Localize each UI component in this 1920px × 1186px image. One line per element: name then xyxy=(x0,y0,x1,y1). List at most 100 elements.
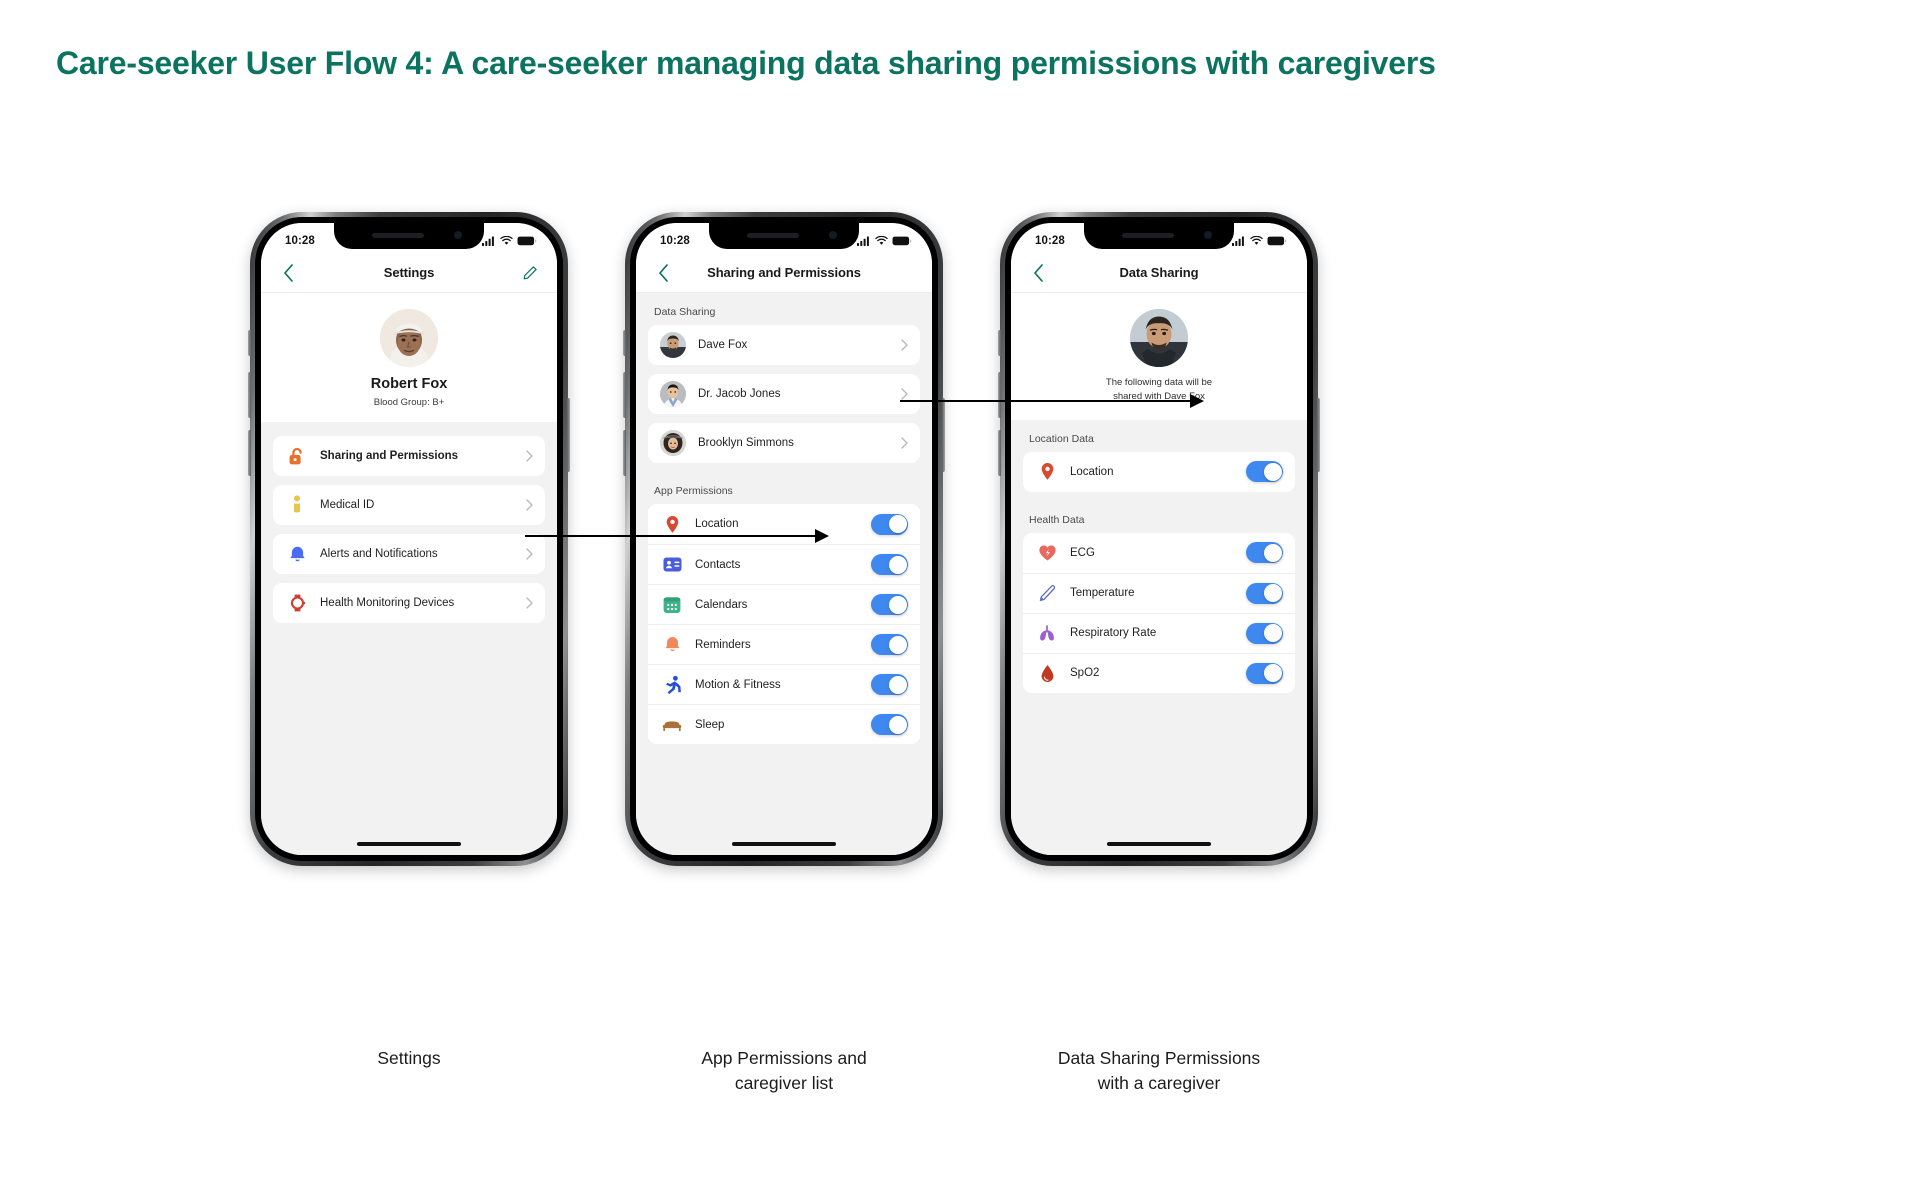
caption-text: Settings xyxy=(377,1048,441,1068)
permission-row-calendars[interactable]: Calendars xyxy=(648,584,920,624)
caregiver-item-dave-fox[interactable]: Dave Fox xyxy=(648,325,920,365)
front-camera-icon xyxy=(1204,231,1212,239)
calendar-icon xyxy=(660,593,684,617)
location-pin-icon xyxy=(1035,460,1059,484)
settings-item-label: Alerts and Notifications xyxy=(320,548,438,560)
bell-icon xyxy=(285,542,309,566)
permission-row-sleep[interactable]: Sleep xyxy=(648,704,920,744)
front-camera-icon xyxy=(829,231,837,239)
data-row-temperature[interactable]: Temperature xyxy=(1023,572,1295,613)
permission-label: Sleep xyxy=(695,718,725,731)
data-row-respiratory-rate[interactable]: Respiratory Rate xyxy=(1023,612,1295,653)
caregiver-name: Dave Fox xyxy=(698,339,748,351)
page-title-settings: Settings xyxy=(383,265,435,280)
status-indicators xyxy=(482,236,537,246)
permission-toggle[interactable] xyxy=(871,594,908,615)
sharing-permissions-content: Data Sharing Dave Fox Dr. Jacob Jones Br… xyxy=(636,293,932,855)
status-time: 10:28 xyxy=(1035,235,1065,247)
data-toggle[interactable] xyxy=(1246,582,1283,604)
home-indicator[interactable] xyxy=(1107,842,1211,846)
data-label: ECG xyxy=(1070,546,1095,559)
caption-line2: caregiver list xyxy=(734,1072,834,1093)
data-row-ecg[interactable]: ECG xyxy=(1023,532,1295,573)
phone-bezel: 10:28 Settings Robert Fox Blood Group: B… xyxy=(255,217,563,861)
nav-right-spacer xyxy=(1269,262,1291,284)
battery-icon xyxy=(517,236,537,246)
phone-mockup-settings: 10:28 Settings Robert Fox Blood Group: B… xyxy=(248,212,570,866)
permission-toggle[interactable] xyxy=(871,674,908,695)
avatar xyxy=(380,309,438,367)
caption-settings: Settings xyxy=(229,1046,589,1071)
navigation-bar: Settings xyxy=(261,253,557,293)
data-toggle[interactable] xyxy=(1246,542,1283,564)
settings-item-label: Health Monitoring Devices xyxy=(320,597,455,609)
data-toggle[interactable] xyxy=(1246,622,1283,644)
profile-blood-group: Blood Group: B+ xyxy=(373,397,445,408)
settings-item-label: Medical ID xyxy=(320,499,375,511)
back-button[interactable] xyxy=(277,262,299,284)
settings-item-health-monitoring-devices[interactable]: Health Monitoring Devices xyxy=(273,583,545,623)
data-toggle[interactable] xyxy=(1246,662,1283,684)
permission-toggle[interactable] xyxy=(871,554,908,575)
permission-row-motion-fitness[interactable]: Motion & Fitness xyxy=(648,664,920,704)
person-medical-id-icon xyxy=(285,493,309,517)
profile-name: Robert Fox xyxy=(370,376,448,392)
permission-row-contacts[interactable]: Contacts xyxy=(648,544,920,584)
caregiver-item-dr-jacob-jones[interactable]: Dr. Jacob Jones xyxy=(648,374,920,414)
flow-diagram-page: Care-seeker User Flow 4: A care-seeker m… xyxy=(0,0,1920,1186)
data-label: Respiratory Rate xyxy=(1070,627,1157,640)
status-time: 10:28 xyxy=(660,235,690,247)
phone-notch xyxy=(709,223,859,249)
smartwatch-icon xyxy=(285,591,309,615)
wifi-icon xyxy=(875,236,888,245)
caregiver-name: Dr. Jacob Jones xyxy=(698,388,781,400)
chevron-right-icon xyxy=(526,548,533,560)
caption-line2: with a caregiver xyxy=(1097,1072,1221,1093)
data-label: SpO2 xyxy=(1070,667,1100,680)
blood-drop-icon xyxy=(1035,661,1059,685)
permission-toggle[interactable] xyxy=(871,714,908,735)
caption-app-permissions: App Permissions and caregiver list xyxy=(604,1046,964,1096)
permission-toggle[interactable] xyxy=(871,513,908,535)
back-button[interactable] xyxy=(652,262,674,284)
phone-screen-data-sharing: 10:28 Data Sharing The following data wi… xyxy=(1011,223,1307,855)
chevron-left-icon xyxy=(658,263,668,282)
settings-item-alerts-and-notifications[interactable]: Alerts and Notifications xyxy=(273,534,545,574)
status-time: 10:28 xyxy=(285,235,315,247)
data-row-location[interactable]: Location xyxy=(1023,451,1295,492)
contacts-card-icon xyxy=(660,553,684,577)
flow-arrow-settings-to-permissions xyxy=(525,529,829,543)
caption-line1: Data Sharing Permissions xyxy=(1057,1048,1261,1068)
phone-button-mute xyxy=(248,330,251,356)
permission-toggle[interactable] xyxy=(871,634,908,655)
home-indicator[interactable] xyxy=(357,842,461,846)
navigation-bar: Sharing and Permissions xyxy=(636,253,932,293)
edit-profile-button[interactable] xyxy=(519,262,541,284)
phone-notch xyxy=(334,223,484,249)
permission-label: Reminders xyxy=(695,638,751,651)
earpiece-speaker xyxy=(372,233,424,238)
data-toggle[interactable] xyxy=(1246,461,1283,483)
settings-content: Robert Fox Blood Group: B+ Sharing and P… xyxy=(261,293,557,855)
earpiece-speaker xyxy=(747,233,799,238)
settings-item-medical-id[interactable]: Medical ID xyxy=(273,485,545,525)
data-row-spo2[interactable]: SpO2 xyxy=(1023,652,1295,693)
cellular-bars-icon xyxy=(857,236,869,246)
avatar-dave-fox xyxy=(1130,309,1188,367)
chevron-right-icon xyxy=(526,499,533,511)
avatar-dave-fox xyxy=(660,332,686,358)
caption-data-sharing: Data Sharing Permissions with a caregive… xyxy=(979,1046,1339,1096)
home-indicator[interactable] xyxy=(732,842,836,846)
running-person-icon xyxy=(660,673,684,697)
flow-arrow-permissions-to-datasharing xyxy=(900,394,1204,408)
avatar-robert-fox xyxy=(380,309,438,367)
back-button[interactable] xyxy=(1027,262,1049,284)
permission-row-reminders[interactable]: Reminders xyxy=(648,624,920,664)
battery-icon xyxy=(892,236,912,246)
phone-button-volume-down xyxy=(623,430,626,476)
caregiver-item-brooklyn-simmons[interactable]: Brooklyn Simmons xyxy=(648,423,920,463)
section-label-data-sharing: Data Sharing xyxy=(654,306,716,318)
section-label-health-data: Health Data xyxy=(1029,513,1085,526)
phone-screen-settings: 10:28 Settings Robert Fox Blood Group: B… xyxy=(261,223,557,855)
settings-item-sharing-and-permissions[interactable]: Sharing and Permissions xyxy=(273,436,545,476)
